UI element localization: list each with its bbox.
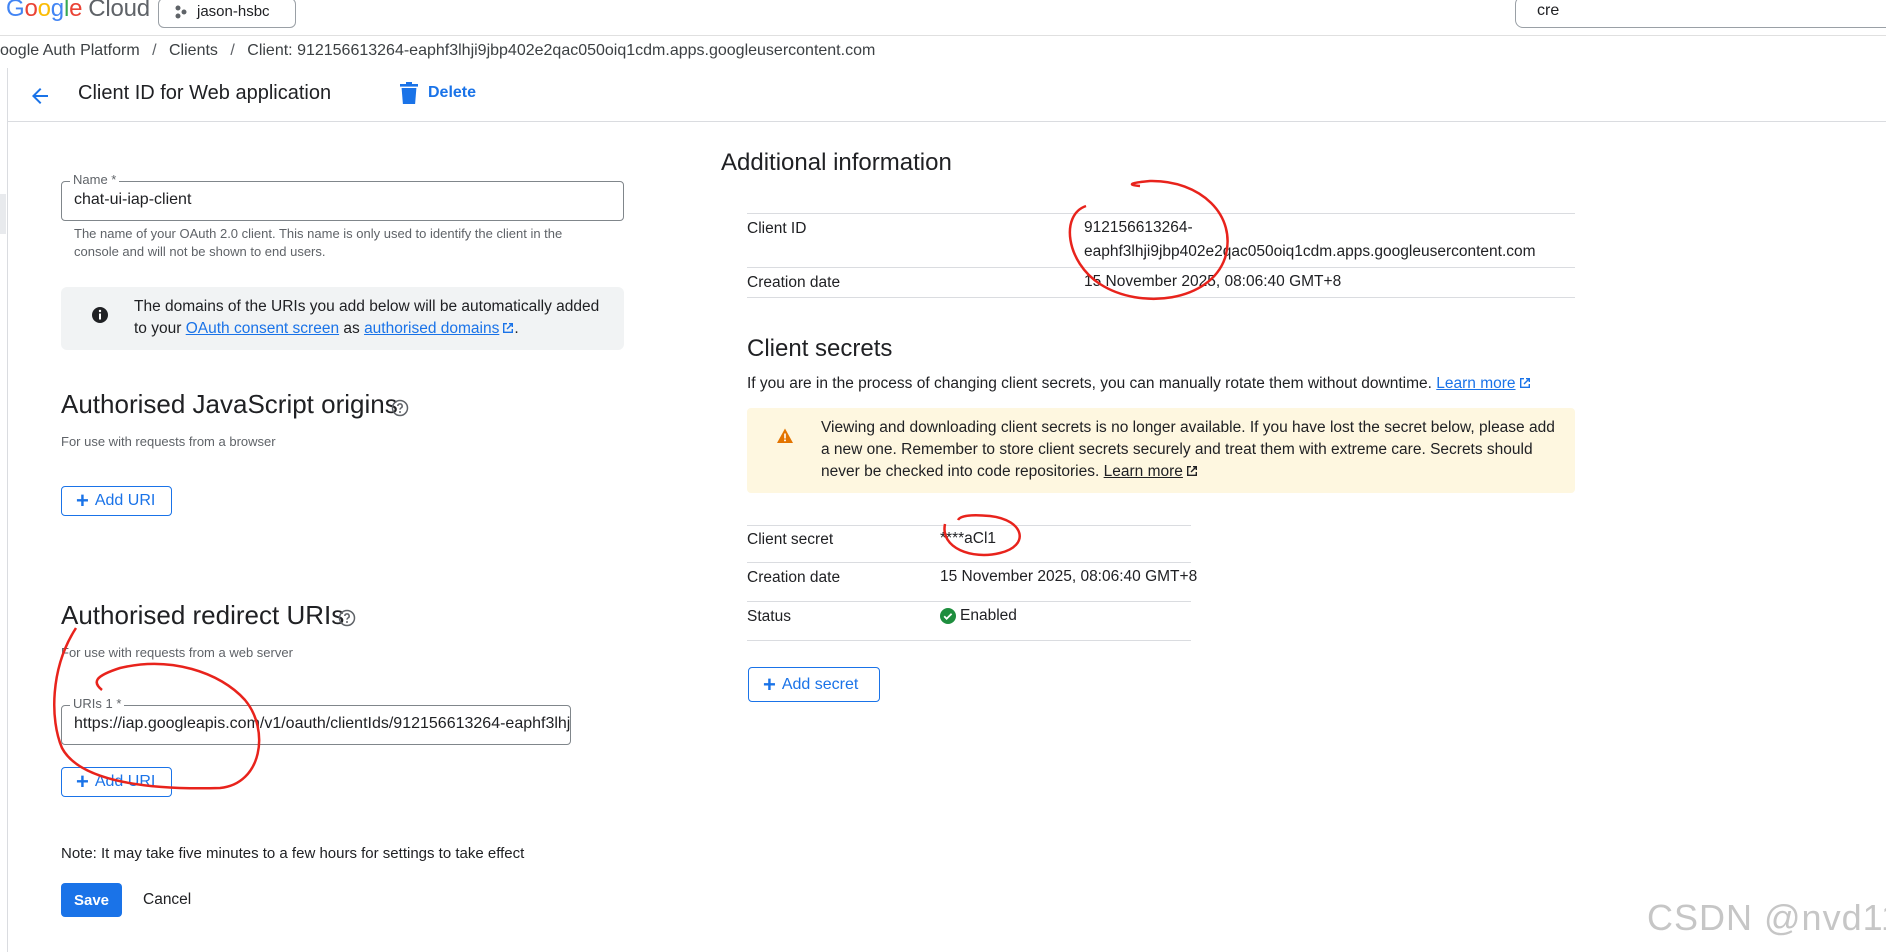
help-icon[interactable] [391, 399, 409, 417]
delete-button[interactable]: Delete [400, 82, 476, 104]
breadcrumb-separator: / [152, 42, 157, 59]
authorised-domains-link[interactable]: authorised domains [364, 320, 499, 337]
breadcrumb-item-auth-platform[interactable]: oogle Auth Platform [0, 42, 140, 59]
search-input[interactable]: cre [1515, 0, 1886, 28]
divider [747, 562, 1191, 563]
plus-icon: + [76, 769, 89, 794]
logo-letter-o2: o [37, 0, 51, 22]
secret-creation-date-key: Creation date [747, 569, 841, 586]
client-secrets-desc: If you are in the process of changing cl… [747, 375, 1531, 393]
plus-icon: + [76, 488, 89, 513]
info-text: The domains of the URIs you add below wi… [134, 296, 614, 340]
redirect-uris-subtitle: For use with requests from a web server [61, 645, 293, 660]
project-picker[interactable]: jason-hsbc [158, 0, 296, 28]
client-id-value-line2: eaphf3lhji9jbp402e2qac050oiq1cdm.apps.go… [1084, 243, 1536, 260]
redirect-uri-1-value: https://iap.googleapis.com/v1/oauth/clie… [74, 715, 571, 732]
help-icon[interactable] [338, 609, 356, 627]
watermark: CSDN @nvd11 [1647, 897, 1886, 938]
logo-letter-o1: o [24, 0, 38, 22]
project-dots-icon [175, 5, 187, 19]
js-origins-subtitle: For use with requests from a browser [61, 434, 276, 449]
oauth-consent-link[interactable]: OAuth consent screen [186, 320, 339, 337]
info-mid: as [339, 320, 365, 337]
cancel-button[interactable]: Cancel [143, 891, 191, 909]
breadcrumb-item-client: Client: 912156613264-eaphf3lhji9jbp402e2… [247, 42, 876, 59]
client-id-value-line1: 912156613264- [1084, 219, 1193, 236]
divider [747, 213, 1575, 214]
creation-date-key: Creation date [747, 274, 841, 291]
project-name: jason-hsbc [197, 3, 270, 20]
divider [747, 601, 1191, 602]
client-id-key: Client ID [747, 220, 807, 237]
breadcrumb-separator: / [230, 42, 235, 59]
settings-note: Note: It may take five minutes to a few … [61, 845, 525, 862]
info-icon [92, 307, 108, 323]
external-link-icon [1519, 378, 1530, 388]
redirect-uri-1-input[interactable]: https://iap.googleapis.com/v1/oauth/clie… [61, 705, 571, 745]
warning-learn-more-link[interactable]: Learn more [1104, 463, 1183, 480]
add-uri-label: Add URI [94, 492, 156, 509]
status-text: Enabled [960, 607, 1017, 624]
add-secret-label: Add secret [781, 675, 859, 693]
back-arrow-icon[interactable] [28, 84, 52, 108]
add-secret-button[interactable]: + Add secret [748, 667, 880, 702]
client-secrets-desc-text: If you are in the process of changing cl… [747, 375, 1437, 392]
warning-icon [777, 428, 793, 443]
status-value: Enabled [940, 604, 1017, 628]
search-value: cre [1537, 2, 1560, 19]
external-link-icon [1186, 466, 1197, 476]
warning-text: Viewing and downloading client secrets i… [821, 417, 1561, 483]
logo-letter-e: e [69, 0, 83, 22]
secret-creation-date-value: 15 November 2025, 08:06:40 GMT+8 [940, 568, 1198, 585]
redirect-uris-title: Authorised redirect URIs [61, 600, 345, 630]
save-button[interactable]: Save [61, 883, 122, 917]
add-uri-label: Add URI [94, 773, 156, 790]
breadcrumb-item-clients[interactable]: Clients [169, 42, 218, 59]
name-label: Name * [70, 172, 120, 187]
js-origins-title: Authorised JavaScript origins [61, 389, 398, 419]
left-nav-marker [0, 194, 6, 234]
external-link-icon [503, 323, 514, 333]
breadcrumb: oogle Auth Platform / Clients / Client: … [0, 42, 875, 60]
divider [747, 267, 1575, 268]
delete-label: Delete [428, 84, 477, 101]
page-title: Client ID for Web application [78, 82, 332, 104]
add-redirect-uri-button[interactable]: + Add URI [61, 767, 172, 797]
add-js-origin-uri-button[interactable]: + Add URI [61, 486, 172, 516]
additional-info-title: Additional information [721, 149, 952, 176]
divider [747, 297, 1575, 298]
name-value: chat-ui-iap-client [74, 191, 192, 208]
client-id-value[interactable]: 912156613264- eaphf3lhji9jbp402e2qac050o… [1084, 216, 1536, 264]
divider [747, 640, 1191, 641]
plus-icon: + [763, 671, 776, 697]
creation-date-value: 15 November 2025, 08:06:40 GMT+8 [1084, 273, 1342, 290]
google-cloud-logo[interactable]: Google Cloud [6, 0, 150, 23]
client-secret-key: Client secret [747, 531, 834, 548]
divider [747, 525, 1191, 526]
name-input[interactable]: chat-ui-iap-client [61, 181, 624, 221]
name-helper-text: The name of your OAuth 2.0 client. This … [74, 226, 563, 259]
status-key: Status [747, 608, 791, 625]
client-secret-value: ****aCl1 [940, 530, 997, 547]
logo-letter-g: G [6, 0, 25, 22]
redirect-uri-1-label: URIs 1 * [70, 696, 125, 711]
trash-icon [400, 82, 418, 104]
info-suffix: . [514, 320, 519, 337]
left-nav-border [7, 68, 8, 952]
check-circle-icon [940, 608, 956, 624]
client-secrets-title: Client secrets [747, 335, 893, 362]
logo-letter-g2: g [50, 0, 64, 22]
learn-more-link[interactable]: Learn more [1436, 375, 1515, 392]
logo-cloud: Cloud [88, 0, 150, 22]
